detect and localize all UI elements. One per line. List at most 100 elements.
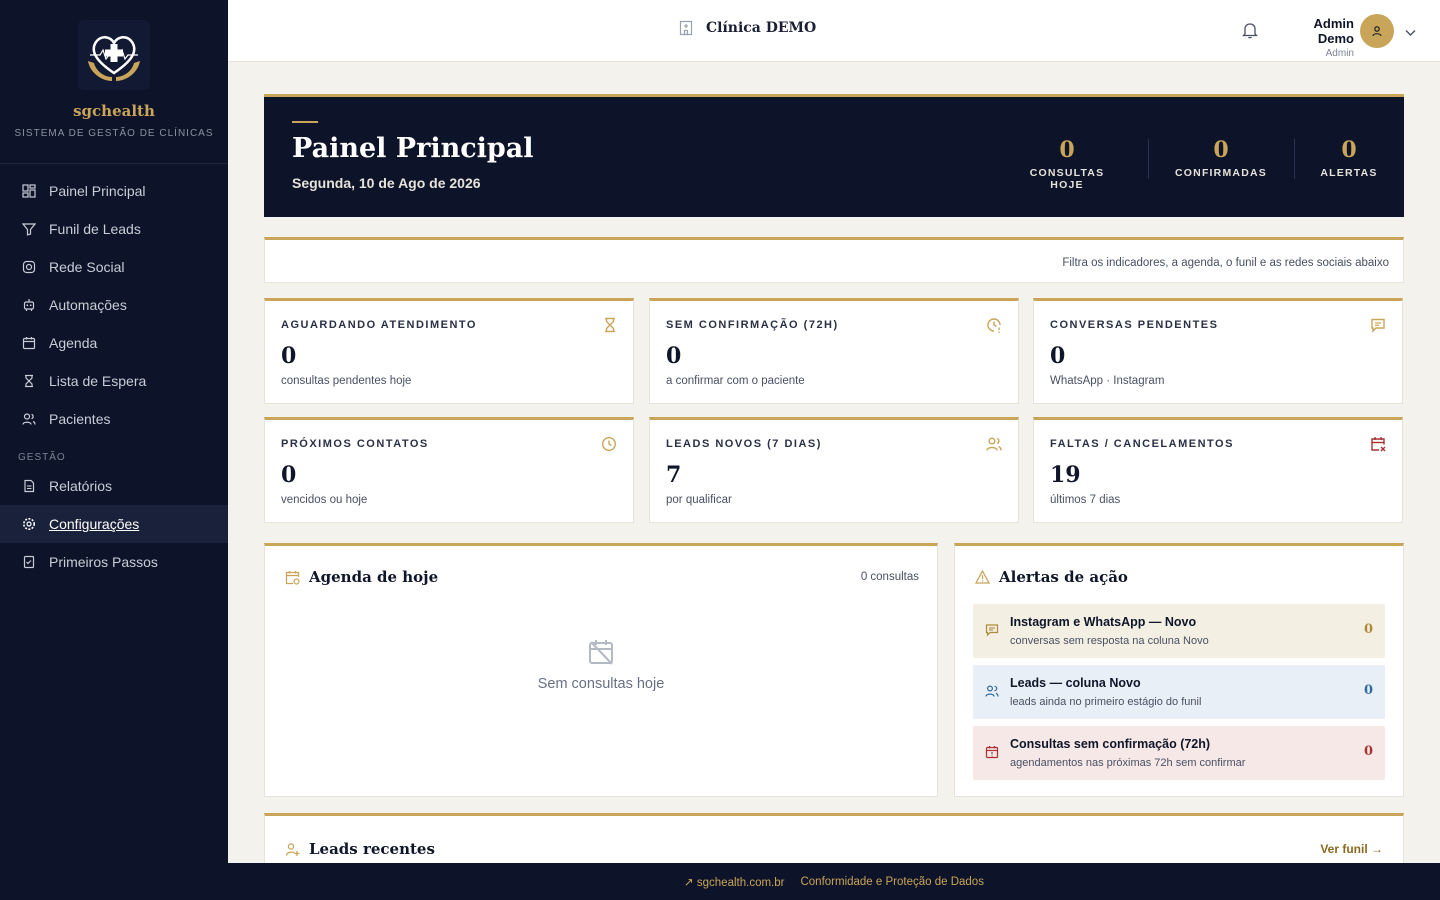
kpi-subtitle: últimos 7 dias: [1050, 494, 1121, 506]
hero-stat-label: CONSULTAS HOJE: [1029, 167, 1105, 191]
hospital-icon: [678, 20, 694, 36]
hourglass-icon: [603, 317, 617, 333]
kpi-card-leads-novos[interactable]: LEADS NOVOS (7 DIAS) 7 por qualificar: [649, 417, 1019, 523]
sidebar-item-label: Configurações: [49, 516, 140, 532]
kpi-value: 0: [281, 462, 297, 488]
chat-icon: [1370, 317, 1386, 333]
user-role: Admin: [1325, 48, 1354, 59]
sidebar-item-label: Rede Social: [49, 259, 125, 275]
kpi-subtitle: por qualificar: [666, 494, 732, 506]
alert-item-consultas-sem-confirmacao[interactable]: Consultas sem confirmação (72h) agendame…: [973, 726, 1385, 780]
alert-item-instagram-whatsapp[interactable]: Instagram e WhatsApp — Novo conversas se…: [973, 604, 1385, 658]
kpi-value: 19: [1050, 462, 1081, 488]
users-icon: [986, 436, 1002, 452]
kpi-card-sem-confirmacao[interactable]: SEM CONFIRMAÇÃO (72H) 0 a confirmar com …: [649, 298, 1019, 404]
sidebar-item-primeiros-passos[interactable]: Primeiros Passos: [0, 543, 228, 581]
calendar-alert-icon: [985, 745, 999, 759]
agenda-empty-state: Sem consultas hoje: [265, 638, 937, 692]
funnel-icon: [22, 222, 36, 236]
footer-site-link[interactable]: ↗ sgchealth.com.br: [684, 875, 784, 889]
report-icon: [22, 479, 36, 493]
clock-alert-icon: [986, 317, 1002, 333]
avatar[interactable]: [1360, 14, 1394, 48]
alert-title: Instagram e WhatsApp — Novo: [1010, 615, 1197, 629]
brand-logo-icon[interactable]: [78, 20, 150, 90]
kpi-value: 0: [666, 343, 682, 369]
hero-stat-alertas: 0 ALERTAS: [1318, 137, 1380, 179]
sidebar-item-lista-de-espera[interactable]: Lista de Espera: [0, 362, 228, 400]
alert-count: 0: [1363, 683, 1373, 698]
agenda-title: Agenda de hoje: [285, 568, 438, 586]
kpi-subtitle: consultas pendentes hoje: [281, 375, 412, 387]
kpi-card-aguardando[interactable]: AGUARDANDO ATENDIMENTO 0 consultas pende…: [264, 298, 634, 404]
clinic-name: Clínica DEMO: [706, 20, 817, 36]
calendar-off-icon: [587, 638, 615, 666]
hero-divider: [1148, 139, 1149, 179]
warning-icon: [975, 570, 990, 584]
kpi-card-proximos-contatos[interactable]: PRÓXIMOS CONTATOS 0 vencidos ou hoje: [264, 417, 634, 523]
calendar-clock-icon: [285, 570, 300, 585]
kpi-title: SEM CONFIRMAÇÃO (72H): [666, 319, 839, 331]
sidebar-item-configuracoes[interactable]: Configurações: [0, 505, 228, 543]
hero-stat-value: 0: [1059, 137, 1075, 163]
users-icon: [985, 684, 999, 698]
kpi-card-conversas-pendentes[interactable]: CONVERSAS PENDENTES 0 WhatsApp · Instagr…: [1033, 298, 1403, 404]
sidebar-nav: Painel Principal Funil de Leads Rede Soc…: [0, 164, 228, 581]
hero-stat-consultas-hoje: 0 CONSULTAS HOJE: [1012, 137, 1122, 191]
agenda-empty-text: Sem consultas hoje: [537, 676, 665, 692]
bell-icon[interactable]: [1241, 22, 1259, 44]
agenda-title-text: Agenda de hoje: [309, 568, 439, 586]
alert-count: 0: [1363, 622, 1373, 637]
sidebar-item-label: Automações: [49, 297, 127, 313]
sidebar-item-label: Funil de Leads: [49, 221, 141, 237]
sidebar-item-label: Agenda: [49, 335, 98, 351]
kpi-subtitle: a confirmar com o paciente: [666, 375, 805, 387]
sidebar-item-relatorios[interactable]: Relatórios: [0, 467, 228, 505]
alert-count: 0: [1363, 744, 1373, 759]
kpi-title: LEADS NOVOS (7 DIAS): [666, 438, 822, 450]
sidebar: sgchealth SISTEMA DE GESTÃO DE CLÍNICAS …: [0, 0, 228, 900]
top-bar: Clínica DEMO Admin Demo Admin: [228, 0, 1440, 62]
user-info[interactable]: Admin Demo Admin: [1278, 16, 1354, 59]
sidebar-item-label: Primeiros Passos: [49, 554, 158, 570]
alert-item-leads-novo[interactable]: Leads — coluna Novo leads ainda no prime…: [973, 665, 1385, 719]
sidebar-item-funil-de-leads[interactable]: Funil de Leads: [0, 210, 228, 248]
sidebar-item-agenda[interactable]: Agenda: [0, 324, 228, 362]
alerts-panel: Alertas de ação Instagram e WhatsApp — N…: [954, 543, 1404, 797]
alert-title: Leads — coluna Novo: [1010, 676, 1141, 690]
footer-privacy-link[interactable]: Conformidade e Proteção de Dados: [800, 876, 983, 888]
agenda-panel: Agenda de hoje 0 consultas Sem consultas…: [264, 543, 938, 797]
nav-section-label: GESTÃO: [18, 452, 66, 463]
sidebar-item-rede-social[interactable]: Rede Social: [0, 248, 228, 286]
kpi-title: CONVERSAS PENDENTES: [1050, 319, 1219, 331]
filter-bar[interactable]: Filtra os indicadores, a agenda, o funil…: [264, 237, 1404, 283]
kpi-title: AGUARDANDO ATENDIMENTO: [281, 319, 477, 331]
hero-divider: [1294, 139, 1295, 179]
kpi-title: PRÓXIMOS CONTATOS: [281, 438, 429, 450]
kpi-subtitle: vencidos ou hoje: [281, 494, 368, 506]
hero-stat-confirmadas: 0 CONFIRMADAS: [1172, 137, 1270, 179]
hero-accent-line: [292, 121, 318, 123]
page-title: Painel Principal: [292, 133, 534, 164]
sidebar-item-label: Painel Principal: [49, 183, 146, 199]
user-plus-icon: [285, 842, 300, 857]
view-funnel-link[interactable]: Ver funil →: [1320, 842, 1383, 856]
clinic-selector[interactable]: Clínica DEMO: [678, 20, 816, 36]
chat-icon: [985, 623, 999, 637]
kpi-title: FALTAS / CANCELAMENTOS: [1050, 438, 1234, 450]
sidebar-item-label: Pacientes: [49, 411, 111, 427]
hero-stat-label: CONFIRMADAS: [1175, 167, 1267, 179]
calendar-icon: [22, 336, 36, 350]
dashboard-icon: [22, 184, 36, 198]
kpi-card-faltas-cancelamentos[interactable]: FALTAS / CANCELAMENTOS 19 últimos 7 dias: [1033, 417, 1403, 523]
sidebar-item-automacoes[interactable]: Automações: [0, 286, 228, 324]
chevron-down-icon[interactable]: [1405, 24, 1416, 42]
alert-subtitle: agendamentos nas próximas 72h sem confir…: [1010, 757, 1246, 769]
clock-icon: [601, 436, 617, 452]
recent-leads-title-text: Leads recentes: [309, 840, 435, 858]
brand-subtitle: SISTEMA DE GESTÃO DE CLÍNICAS: [14, 128, 214, 139]
sidebar-item-label: Lista de Espera: [49, 373, 147, 389]
sidebar-item-pacientes[interactable]: Pacientes: [0, 400, 228, 438]
sidebar-item-painel-principal[interactable]: Painel Principal: [0, 172, 228, 210]
hero-stat-value: 0: [1213, 137, 1229, 163]
